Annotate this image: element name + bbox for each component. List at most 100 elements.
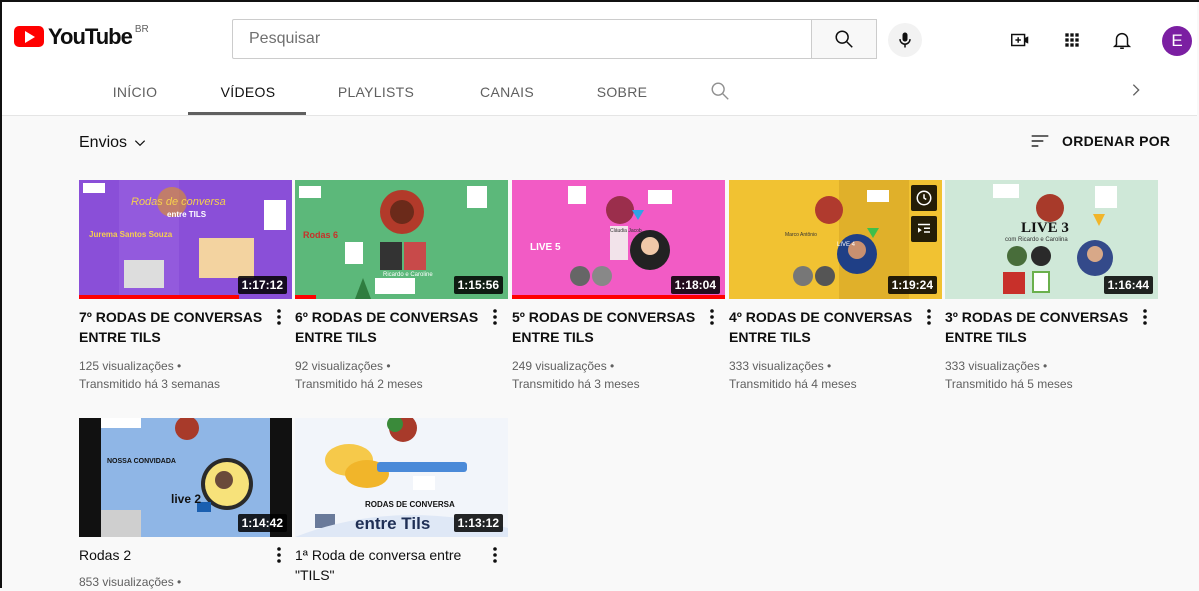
logo-text: YouTube	[48, 24, 133, 49]
video-title[interactable]: 7º RODAS DE CONVERSAS ENTRE TILS	[79, 307, 265, 347]
search-button[interactable]	[811, 19, 877, 59]
video-card[interactable]: LIVE 3 com Ricardo e Carolina 1:16:44 3º…	[945, 180, 1158, 391]
sort-button[interactable]: ORDENAR POR	[1030, 133, 1170, 149]
add-to-queue-button[interactable]	[911, 216, 937, 242]
video-duration: 1:15:56	[453, 276, 503, 294]
video-thumbnail[interactable]: LIVE 5 Cláudia Jacob 1:18:04	[512, 180, 725, 299]
view-count: 92 visualizações •	[295, 359, 391, 373]
video-thumbnail[interactable]: RODAS DE CONVERSA entre Tils 1:13:12	[295, 418, 508, 537]
bell-icon	[1112, 32, 1132, 49]
more-actions-button[interactable]	[274, 545, 284, 567]
watch-progress-bar	[512, 295, 725, 299]
tab-videos[interactable]: VÍDEOS	[216, 84, 280, 100]
video-card[interactable]: NOSSA CONVIDADA live 2 1:14:42 Rodas 2 8…	[79, 418, 292, 589]
tab-inicio[interactable]: INÍCIO	[110, 84, 160, 100]
view-count: 125 visualizações •	[79, 359, 182, 373]
channel-search-button[interactable]	[709, 80, 731, 107]
more-actions-button[interactable]	[707, 307, 717, 329]
watch-later-button[interactable]	[911, 185, 937, 211]
more-actions-button[interactable]	[490, 307, 500, 329]
video-title[interactable]: 3º RODAS DE CONVERSAS ENTRE TILS	[945, 307, 1131, 347]
uploads-dropdown[interactable]: Envios	[79, 134, 147, 152]
tab-playlists[interactable]: PLAYLISTS	[336, 84, 416, 100]
more-actions-button[interactable]	[1140, 307, 1150, 329]
channel-tabs: INÍCIO VÍDEOS PLAYLISTS CANAIS SOBRE	[2, 76, 1197, 116]
video-title[interactable]: 1ª Roda de conversa entre "TILS"	[295, 545, 481, 585]
video-thumbnail[interactable]: NOSSA CONVIDADA live 2 1:14:42	[79, 418, 292, 537]
upload-time: Transmitido há 2 meses	[295, 377, 423, 391]
video-meta: 333 visualizações • Transmitido há 4 mese…	[729, 357, 857, 393]
vertical-dots-icon	[927, 309, 931, 325]
more-actions-button[interactable]	[924, 307, 934, 329]
vertical-dots-icon	[1143, 309, 1147, 325]
more-actions-button[interactable]	[274, 307, 284, 329]
vertical-dots-icon	[710, 309, 714, 325]
search-input[interactable]	[247, 29, 811, 49]
video-duration: 1:13:12	[453, 514, 503, 532]
video-card[interactable]: RODAS DE CONVERSA entre Tils 1:13:12 1ª …	[295, 418, 508, 583]
video-duration: 1:16:44	[1103, 276, 1153, 294]
thumb-heading: Rodas 6	[303, 230, 339, 240]
video-card[interactable]: LIVE 5 Cláudia Jacob 1:18:04 5º RODAS DE…	[512, 180, 725, 391]
avatar[interactable]: E	[1162, 26, 1192, 56]
thumb-heading: RODAS DE CONVERSA	[365, 500, 455, 509]
thumb-heading: Rodas de conversa	[131, 196, 226, 208]
create-video-icon	[1011, 33, 1029, 47]
video-card[interactable]: Rodas de conversa entre TILS Jurema Sant…	[79, 180, 292, 391]
country-code: BR	[134, 24, 149, 35]
create-button[interactable]	[1004, 24, 1036, 56]
video-title[interactable]: 6º RODAS DE CONVERSAS ENTRE TILS	[295, 307, 481, 347]
video-card[interactable]: LIVE 4 Marco Antônio 1:19:24 4º RODAS DE…	[729, 180, 942, 391]
watch-progress-bar	[79, 295, 239, 299]
video-thumbnail[interactable]: Rodas de conversa entre TILS Jurema Sant…	[79, 180, 292, 299]
active-tab-indicator	[188, 112, 306, 115]
upload-time: Transmitido há 4 meses	[729, 377, 857, 391]
notifications-button[interactable]	[1106, 24, 1138, 56]
video-thumbnail[interactable]: Rodas 6 Ricardo e Caroline 1:15:56	[295, 180, 508, 299]
clock-icon	[916, 190, 932, 206]
search-box[interactable]	[232, 19, 812, 59]
youtube-logo[interactable]: YouTube BR	[14, 24, 149, 49]
thumb-heading: LIVE 3	[1021, 220, 1069, 236]
video-meta: 853 visualizações •	[79, 573, 181, 591]
video-title[interactable]: 5º RODAS DE CONVERSAS ENTRE TILS	[512, 307, 698, 347]
upload-time: Transmitido há 3 meses	[512, 377, 640, 391]
video-card[interactable]: Rodas 6 Ricardo e Caroline 1:15:56 6º RO…	[295, 180, 508, 391]
thumb-sub: Cláudia Jacob	[610, 228, 642, 234]
video-duration: 1:14:42	[237, 514, 287, 532]
thumb-sub: Marco Antônio	[785, 232, 817, 238]
video-duration: 1:17:12	[237, 276, 287, 294]
apps-grid-icon	[1065, 33, 1079, 47]
voice-search-button[interactable]	[888, 23, 922, 57]
view-count: 853 visualizações •	[79, 575, 182, 589]
more-actions-button[interactable]	[490, 545, 500, 567]
sort-label: ORDENAR POR	[1062, 133, 1171, 149]
apps-button[interactable]	[1056, 24, 1088, 56]
tab-sobre[interactable]: SOBRE	[596, 84, 648, 100]
tabs-scroll-right[interactable]	[1128, 82, 1144, 103]
video-duration: 1:18:04	[670, 276, 720, 294]
microphone-icon	[899, 32, 911, 48]
video-thumbnail[interactable]: LIVE 4 Marco Antônio 1:19:24	[729, 180, 942, 299]
view-count: 249 visualizações •	[512, 359, 615, 373]
vertical-dots-icon	[277, 309, 281, 325]
thumb-sub: live 2	[171, 492, 202, 506]
view-count: 333 visualizações •	[945, 359, 1048, 373]
thumb-heading: LIVE 5	[530, 242, 561, 253]
video-thumbnail[interactable]: LIVE 3 com Ricardo e Carolina 1:16:44	[945, 180, 1158, 299]
video-title[interactable]: Rodas 2	[79, 545, 265, 565]
view-count: 333 visualizações •	[729, 359, 832, 373]
video-title[interactable]: 4º RODAS DE CONVERSAS ENTRE TILS	[729, 307, 915, 347]
uploads-label: Envios	[79, 134, 128, 151]
video-meta: 333 visualizações • Transmitido há 5 mese…	[945, 357, 1073, 393]
thumb-sub: entre TILS	[167, 210, 207, 219]
video-meta: 92 visualizações • Transmitido há 2 meses	[295, 357, 423, 393]
thumb-heading: NOSSA CONVIDADA	[107, 458, 176, 465]
tab-canais[interactable]: CANAIS	[477, 84, 537, 100]
thumb-sub: entre Tils	[355, 514, 431, 533]
chevron-right-icon	[1132, 84, 1140, 96]
thumb-heading: LIVE 4	[837, 242, 856, 248]
upload-time: Transmitido há 5 meses	[945, 377, 1073, 391]
search-icon	[835, 30, 853, 48]
chevron-down-icon	[134, 140, 146, 147]
